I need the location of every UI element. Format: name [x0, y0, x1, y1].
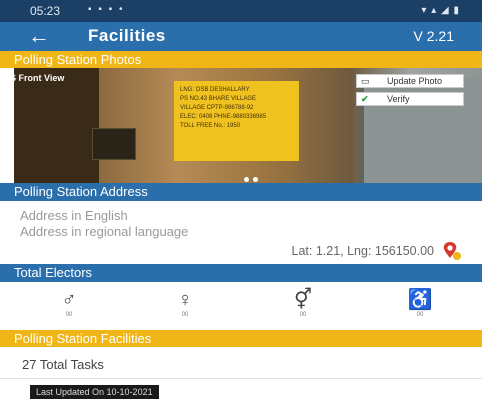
facilities-section-header: Polling Station Facilities	[0, 330, 482, 347]
elector-count: 00	[181, 312, 189, 318]
pwd-elector-icon: ♿	[407, 289, 433, 311]
electors-section-header: Total Electors	[0, 264, 482, 282]
third-gender-elector-icon: ⚥	[293, 289, 313, 311]
app-version: V 2.21	[413, 28, 454, 44]
address-english-field[interactable]: Address in English	[20, 208, 128, 223]
elector-count: 00	[416, 312, 424, 318]
photo-pager-dots[interactable]	[244, 169, 262, 183]
status-time: 05:23	[30, 4, 61, 18]
elector-female: ♀ 00	[150, 290, 220, 318]
status-bar: 05:23 ▪ ▪ ▪ • ▾ ▴ ◢ ▮	[0, 0, 482, 22]
sign-line: LNG: OSB DESHALLARY	[180, 87, 250, 93]
last-updated-toast: Last Updated On 10-10-2021	[30, 385, 159, 399]
checkmark-icon: ✔	[361, 94, 369, 104]
female-elector-icon: ♀	[177, 289, 193, 311]
elector-third-gender: ⚥ 00	[268, 290, 338, 318]
sign-line: VILLAGE CPTP-986788-92	[180, 105, 254, 111]
lat-lng-readout: Lat: 1.21, Lng: 156150.00	[291, 244, 435, 258]
camera-icon: ▭	[361, 76, 370, 86]
update-photo-label: Update Photo	[387, 76, 443, 86]
verify-label: Verify	[387, 94, 410, 104]
page-title: Facilities	[88, 26, 166, 45]
update-photo-button[interactable]: ▭ Update Photo	[356, 74, 464, 88]
sign-line: TOLL FREE No.: 1950	[180, 123, 241, 129]
divider	[0, 378, 482, 379]
elector-count: 00	[299, 312, 307, 318]
address-section-header: Polling Station Address	[0, 183, 482, 201]
elector-count: 00	[65, 312, 73, 318]
sign-line: PS NO.43 BHARE VILLAGE	[180, 96, 257, 102]
photo-caption: PS Front View	[4, 73, 65, 83]
back-arrow-icon[interactable]: ←	[28, 23, 50, 49]
male-elector-icon: ♂	[61, 289, 77, 311]
app-bar: ← Facilities V 2.21	[0, 22, 482, 51]
system-icons: ▾ ▴ ◢ ▮	[421, 5, 460, 16]
photo-wall	[14, 68, 99, 183]
photo-sign-board: LNG: OSB DESHALLARY PS NO.43 BHARE VILLA…	[174, 81, 299, 161]
address-regional-field[interactable]: Address in regional language	[20, 224, 188, 239]
photos-section-header: Polling Station Photos	[0, 51, 482, 68]
sign-line: ELEC: 0408 PHNE-9880336985	[180, 114, 267, 120]
total-tasks[interactable]: 27 Total Tasks	[22, 357, 104, 372]
map-pin-icon[interactable]	[442, 240, 464, 262]
notification-icons: ▪ ▪ ▪ •	[88, 4, 125, 15]
elector-male: ♂ 00	[34, 290, 104, 318]
elector-pwd: ♿ 00	[385, 290, 455, 318]
photo-small-sign	[92, 128, 136, 160]
verify-button[interactable]: ✔ Verify	[356, 92, 464, 106]
